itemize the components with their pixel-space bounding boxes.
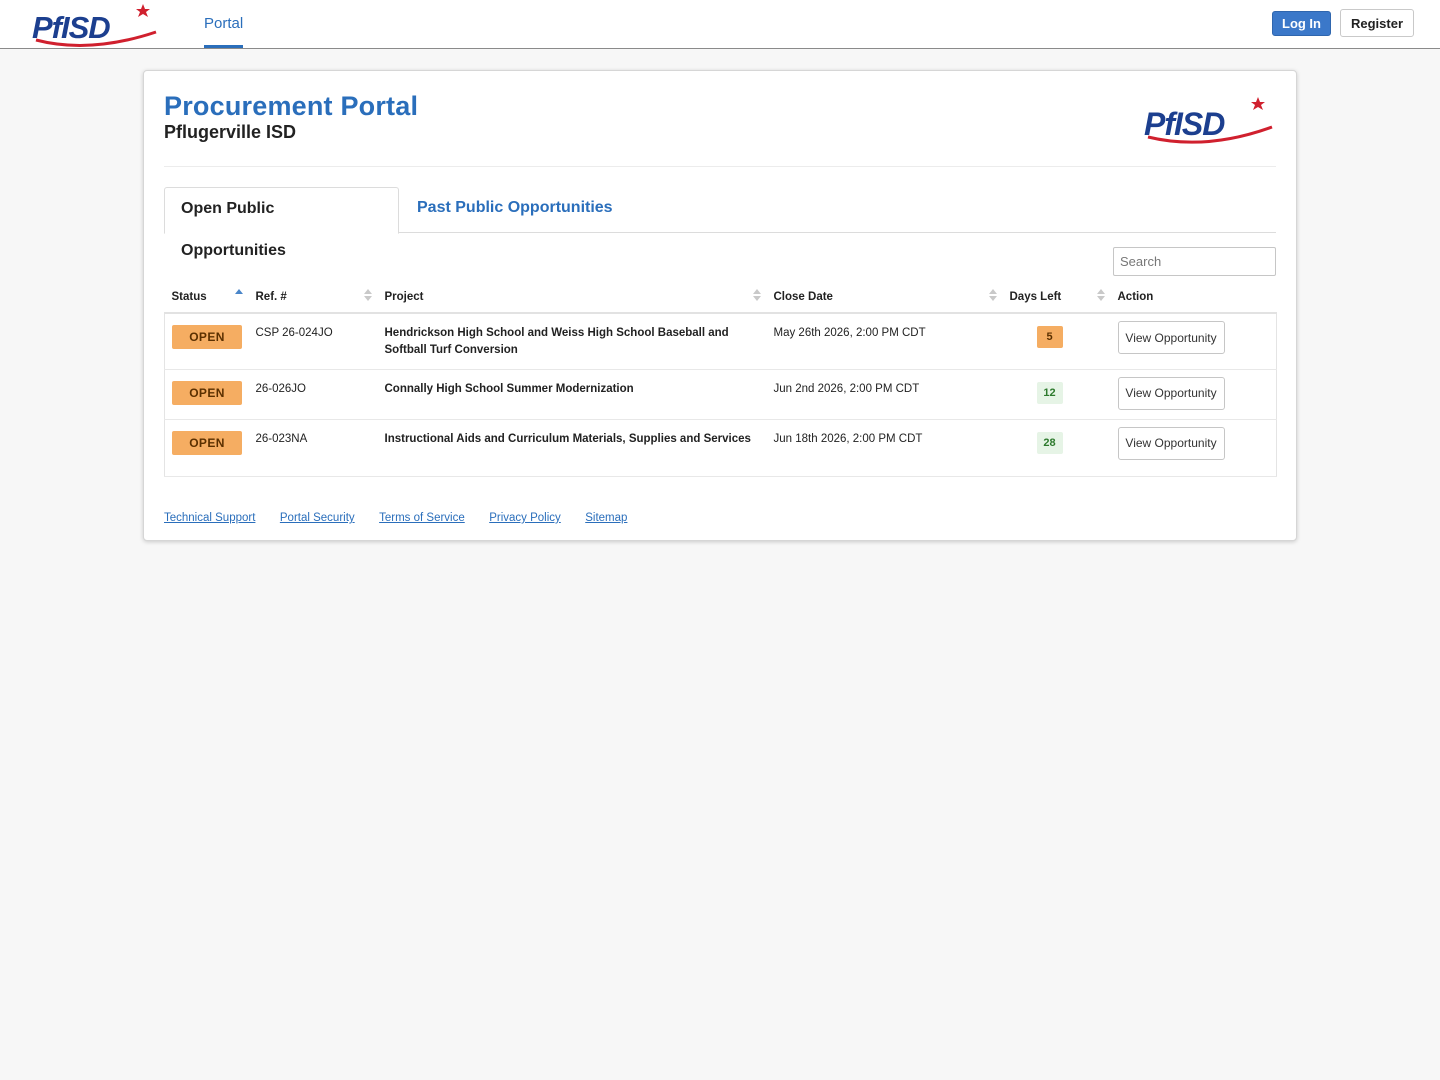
ref-number: 26-023NA xyxy=(255,432,308,445)
view-opportunity-button[interactable]: View Opportunity xyxy=(1117,426,1225,460)
sort-icon xyxy=(1096,289,1105,305)
project-name: Connally High School Summer Modernizatio… xyxy=(384,382,634,395)
footer-link-terms-of-service[interactable]: Terms of Service xyxy=(379,512,465,524)
footer-links: Technical Support Portal Security Terms … xyxy=(164,508,647,524)
column-header-status[interactable]: Status xyxy=(164,281,249,314)
organization-name: Pflugerville ISD xyxy=(164,122,297,142)
search-input[interactable] xyxy=(1113,247,1276,276)
opportunity-tabs: Open Public Opportunities Past Public Op… xyxy=(164,187,1276,259)
footer-link-technical-support[interactable]: Technical Support xyxy=(164,512,255,524)
column-header-action: Action xyxy=(1110,281,1277,314)
view-opportunity-button[interactable]: View Opportunity xyxy=(1117,376,1225,410)
close-date: May 26th 2026, 2:00 PM CDT xyxy=(773,327,926,339)
days-left-badge: 12 xyxy=(1036,381,1063,404)
tab-open-opportunities[interactable]: Open Public Opportunities xyxy=(164,187,399,259)
close-date: Jun 18th 2026, 2:00 PM CDT xyxy=(773,432,923,445)
column-header-close-date[interactable]: Close Date xyxy=(766,281,1003,314)
pfisd-logo[interactable]: PfISD xyxy=(30,2,162,48)
status-badge: OPEN xyxy=(172,380,242,405)
page-title: Procurement Portal xyxy=(164,91,419,121)
sort-ascending-icon xyxy=(234,289,243,305)
tab-past-opportunities[interactable]: Past Public Opportunities xyxy=(401,187,629,233)
star-icon xyxy=(1251,97,1265,110)
login-button[interactable]: Log In xyxy=(1272,11,1331,36)
close-date: Jun 2nd 2026, 2:00 PM CDT xyxy=(773,382,920,395)
footer-link-portal-security[interactable]: Portal Security xyxy=(280,512,355,524)
footer-link-sitemap[interactable]: Sitemap xyxy=(585,512,627,524)
ref-number: 26-026JO xyxy=(255,382,307,395)
register-button[interactable]: Register xyxy=(1340,9,1414,37)
project-name: Instructional Aids and Curriculum Materi… xyxy=(384,432,751,445)
ref-number: CSP 26-024JO xyxy=(255,327,333,339)
column-header-ref[interactable]: Ref. # xyxy=(248,281,378,314)
logo-text: PfISD xyxy=(32,10,110,45)
column-header-project[interactable]: Project xyxy=(377,281,767,314)
opportunities-table: Status Ref. # Project Close Date Days Le… xyxy=(164,281,1277,477)
status-badge: OPEN xyxy=(172,325,242,349)
project-name: Hendrickson High School and Weiss High S… xyxy=(384,327,729,356)
status-badge: OPEN xyxy=(172,430,242,455)
table-row: OPEN CSP 26-024JO Hendrickson High Schoo… xyxy=(164,313,1277,369)
star-icon xyxy=(136,4,150,17)
view-opportunity-button[interactable]: View Opportunity xyxy=(1117,321,1225,354)
sort-icon xyxy=(363,289,372,305)
sort-icon xyxy=(988,289,997,305)
column-header-days-left[interactable]: Days Left xyxy=(1002,281,1111,314)
pfisd-logo-card: PfISD xyxy=(1144,97,1273,144)
footer-link-privacy-policy[interactable]: Privacy Policy xyxy=(489,512,561,524)
nav-portal-link[interactable]: Portal xyxy=(204,0,244,48)
logo-text: PfISD xyxy=(1144,106,1225,142)
top-navbar: PfISD Portal Log In Register xyxy=(0,0,1440,49)
divider xyxy=(164,166,1276,167)
portal-card: Procurement Portal Pflugerville ISD PfIS… xyxy=(143,70,1297,541)
days-left-badge: 28 xyxy=(1036,431,1063,454)
table-row: OPEN 26-026JO Connally High School Summe… xyxy=(164,369,1277,419)
days-left-badge: 5 xyxy=(1036,326,1063,348)
table-row: OPEN 26-023NA Instructional Aids and Cur… xyxy=(164,419,1277,476)
sort-icon xyxy=(752,289,761,305)
